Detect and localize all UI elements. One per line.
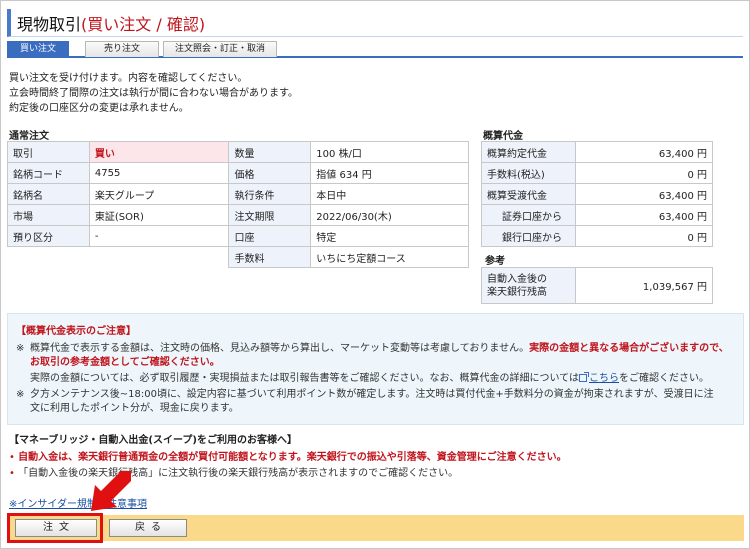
sweep-heading: 【マネーブリッジ・自動入出金(スイープ)をご利用のお客様へ】 <box>9 435 297 446</box>
estimate-label: 概算受渡代金 <box>481 183 576 205</box>
estimate-value: 63,400 円 <box>574 204 714 226</box>
order-confirm-panel: 現物取引(買い注文 / 確認) 買い注文 売り注文 注文照会・訂正・取消 買い注… <box>0 0 750 549</box>
quantity-value: 100 株/口 <box>310 141 469 163</box>
order-label: 価格 <box>228 162 312 184</box>
tab-order-inquiry[interactable]: 注文照会・訂正・取消 <box>163 41 277 57</box>
order-expiry-value: 2022/06/30(木) <box>310 204 469 226</box>
tab-buy-order[interactable]: 買い注文 <box>7 41 69 57</box>
order-label: 取引 <box>7 141 90 163</box>
table-row: 手数料 いちにち定額コース <box>8 246 469 268</box>
estimate-label: 手数料(税込) <box>481 162 576 184</box>
intro-text: 買い注文を受け付けます。内容を確認してください。 立会時間終了間際の注文は執行が… <box>9 71 298 116</box>
market-value: 東証(SOR) <box>88 204 230 226</box>
sweep-bullet-1: • 自動入金は、楽天銀行普通預金の全額が買付可能額となります。楽天銀行での振込や… <box>9 452 567 463</box>
estimate-notice-box: 【概算代金表示のご注意】 ※ 概算代金で表示する金額は、注文時の価格、見込み額等… <box>7 313 744 425</box>
order-label: 市場 <box>7 204 90 226</box>
estimate-table: 概算約定代金 63,400 円 手数料(税込) 0 円 概算受渡代金 63,40… <box>481 141 714 247</box>
custody-type-value: - <box>88 225 230 247</box>
reference-label: 自動入金後の 楽天銀行残高 <box>481 267 576 304</box>
trade-type-value: 買い <box>88 141 230 163</box>
order-label: 手数料 <box>228 246 312 268</box>
page-title: 現物取引(買い注文 / 確認) <box>17 15 206 34</box>
estimate-label: 証券口座から <box>481 204 576 226</box>
order-label: 銘柄コード <box>7 162 90 184</box>
highlight-frame <box>7 513 103 543</box>
estimate-value: 0 円 <box>574 162 714 184</box>
table-row: 自動入金後の 楽天銀行残高 1,039,567 円 <box>481 267 714 304</box>
order-label: 数量 <box>228 141 312 163</box>
order-label: 注文期限 <box>228 204 312 226</box>
back-button[interactable]: 戻る <box>109 519 187 537</box>
notice-paragraph-1: 概算代金で表示する金額は、注文時の価格、見込み額等から算出し、マーケット変動等は… <box>30 343 729 368</box>
estimate-label: 概算約定代金 <box>481 141 576 163</box>
table-row: 証券口座から 63,400 円 <box>481 204 714 226</box>
button-bar: 注文 戻る <box>7 515 744 541</box>
table-row: 概算受渡代金 63,400 円 <box>481 183 714 205</box>
commission-value: いちにち定額コース <box>310 246 469 268</box>
intro-line: 買い注文を受け付けます。内容を確認してください。 <box>9 73 248 84</box>
details-link[interactable]: こちら <box>589 373 619 384</box>
order-label: 口座 <box>228 225 312 247</box>
notice-mark: ※ <box>16 389 25 400</box>
table-row: 銘柄名 楽天グループ 執行条件 本日中 <box>7 183 469 205</box>
notice-paragraph-3: 夕方メンテナンス後~18:00頃に、設定内容に基づいて利用ポイント数が確定します… <box>30 389 714 414</box>
table-row: 預り区分 - 口座 特定 <box>7 225 469 247</box>
page-subtitle: (買い注文 / 確認) <box>81 15 206 34</box>
notice-heading: 【概算代金表示のご注意】 <box>16 326 136 337</box>
estimate-label: 銀行口座から <box>481 225 576 247</box>
reference-section-heading: 参考 <box>485 256 505 267</box>
estimate-value: 0 円 <box>574 225 714 247</box>
order-section-heading: 通常注文 <box>9 131 49 142</box>
trade-tabs: 買い注文 売り注文 注文照会・訂正・取消 <box>7 41 743 58</box>
table-row: 手数料(税込) 0 円 <box>481 162 714 184</box>
intro-line: 立会時間終了間際の注文は執行が間に合わない場合があります。 <box>9 88 298 99</box>
table-row: 銀行口座から 0 円 <box>481 225 714 247</box>
sweep-bullet-2: • 「自動入金後の楽天銀行残高」に注文執行後の楽天銀行残高が表示されますのでご確… <box>9 468 459 479</box>
execution-condition-value: 本日中 <box>310 183 469 205</box>
account-value: 特定 <box>310 225 469 247</box>
notice-paragraph-2: 実際の金額については、必ず取引履歴・実現損益または取引報告書等をご確認ください。… <box>30 372 709 384</box>
estimate-section-heading: 概算代金 <box>483 131 523 142</box>
order-table: 取引 買い 数量 100 株/口 銘柄コード 4755 価格 指値 634 円 … <box>7 141 469 268</box>
reference-table: 自動入金後の 楽天銀行残高 1,039,567 円 <box>481 267 714 304</box>
table-row: 銘柄コード 4755 価格 指値 634 円 <box>7 162 469 184</box>
estimate-value: 63,400 円 <box>574 183 714 205</box>
table-row: 市場 東証(SOR) 注文期限 2022/06/30(木) <box>7 204 469 226</box>
order-label: 銘柄名 <box>7 183 90 205</box>
notice-mark: ※ <box>16 343 25 354</box>
tab-sell-order[interactable]: 売り注文 <box>85 41 159 57</box>
price-value: 指値 634 円 <box>310 162 469 184</box>
stock-name-value: 楽天グループ <box>88 183 230 205</box>
table-row: 概算約定代金 63,400 円 <box>481 141 714 163</box>
bank-balance-value: 1,039,567 円 <box>574 267 714 304</box>
intro-line: 約定後の口座区分の変更は承れません。 <box>9 103 189 114</box>
estimate-value: 63,400 円 <box>574 141 714 163</box>
table-row: 取引 買い 数量 100 株/口 <box>7 141 469 163</box>
page-title-bar: 現物取引(買い注文 / 確認) <box>7 9 743 37</box>
arrow-pointer-icon <box>91 471 131 511</box>
bullet-icon: • <box>9 452 15 463</box>
order-label: 預り区分 <box>7 225 90 247</box>
stock-code-value: 4755 <box>88 162 230 184</box>
bullet-icon: • <box>9 468 15 479</box>
external-link-icon <box>579 372 589 382</box>
order-label: 執行条件 <box>228 183 312 205</box>
